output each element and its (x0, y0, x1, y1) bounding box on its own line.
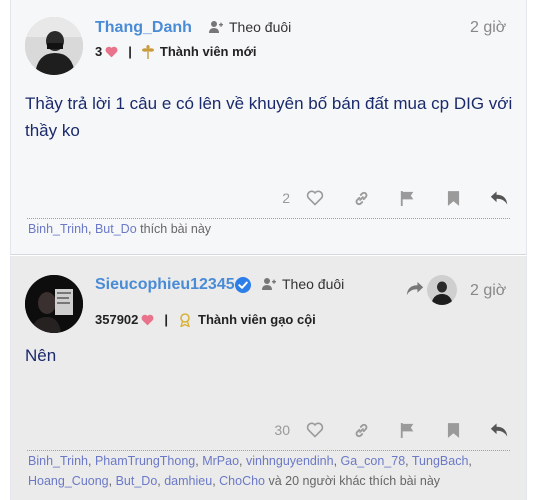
post-time: 2 giờ (470, 19, 507, 36)
liker-link[interactable]: Binh_Trinh (28, 222, 88, 236)
avatar[interactable] (25, 275, 83, 333)
member-rank: Thành viên gạo cội (198, 312, 316, 327)
liker-link[interactable]: But_Do (95, 222, 137, 236)
verified-badge-icon (235, 277, 251, 293)
like-button[interactable] (292, 184, 338, 212)
bookmark-button[interactable] (430, 416, 476, 444)
reply-button[interactable] (476, 416, 522, 444)
liker-link[interactable]: ChoCho (219, 474, 265, 488)
liker-link[interactable]: damhieu (164, 474, 212, 488)
medal-rank-icon (180, 312, 190, 327)
sprout-rank-icon (141, 44, 154, 59)
liker-link[interactable]: Hoang_Cuong (28, 474, 109, 488)
reply-to-avatar[interactable] (427, 275, 457, 305)
follow-button[interactable]: Theo đuôi (209, 19, 291, 35)
flag-button[interactable] (384, 416, 430, 444)
heart-outline-icon (306, 422, 324, 438)
heart-icon (105, 46, 118, 57)
post-time: 2 giờ (470, 282, 507, 299)
like-count: 2 (282, 190, 290, 206)
liker-link[interactable]: MrPao (202, 454, 239, 468)
user-meta: 3 | Thành viên mới (95, 44, 257, 59)
likers-list: Binh_Trinh, PhamTrungThong, MrPao, vinhn… (28, 454, 472, 488)
liker-link[interactable]: Binh_Trinh (28, 454, 88, 468)
user-plus-icon (209, 21, 223, 33)
reply-button[interactable] (476, 184, 522, 212)
likes-received: 357902 (95, 312, 139, 327)
liker-link[interactable]: PhamTrungThong (95, 454, 195, 468)
liker-link[interactable]: vinhnguyendinh (246, 454, 334, 468)
heart-icon (141, 314, 154, 325)
avatar[interactable] (25, 17, 83, 75)
link-icon (355, 191, 367, 205)
user-plus-icon (262, 278, 276, 290)
link-icon (355, 423, 367, 437)
likers-suffix: và 20 người khác thích bài này (268, 474, 441, 488)
username[interactable]: Sieucophieu12345 (95, 276, 235, 294)
like-button[interactable] (292, 416, 338, 444)
separator: | (128, 44, 132, 59)
post-body: Thầy trả lời 1 câu e có lên về khuyên bố… (25, 94, 513, 140)
post-body: Nên (25, 346, 57, 365)
likes-received: 3 (95, 44, 103, 59)
user-meta: 357902 | Thành viên gạo cội (95, 312, 316, 327)
likers-list: Binh_Trinh, But_Do thích bài này (28, 222, 212, 236)
reply-icon (490, 423, 508, 437)
liker-link[interactable]: But_Do (116, 474, 158, 488)
heart-outline-icon (306, 190, 324, 206)
flag-button[interactable] (384, 184, 430, 212)
username[interactable]: Thang_Danh (95, 19, 192, 37)
bookmark-icon (447, 422, 459, 438)
copy-link-button[interactable] (338, 184, 384, 212)
bookmark-button[interactable] (430, 184, 476, 212)
liker-link[interactable]: TungBach (412, 454, 469, 468)
post-actions: 30 (274, 416, 522, 444)
copy-link-button[interactable] (338, 416, 384, 444)
post-thang-danh: Thang_Danh Theo đuôi 2 giờ 3 | Thành viê… (10, 0, 527, 255)
like-count: 30 (274, 422, 290, 438)
reply-to-arrow-icon (406, 281, 424, 296)
post-sieucophieu: Sieucophieu12345 Theo đuôi 2 giờ 357902 … (10, 256, 527, 500)
likers-suffix: thích bài này (140, 222, 212, 236)
flag-icon (400, 422, 413, 438)
separator: | (164, 312, 169, 327)
follow-button[interactable]: Theo đuôi (262, 276, 344, 292)
bookmark-icon (447, 190, 459, 206)
flag-icon (400, 190, 413, 206)
post-actions: 2 (282, 184, 522, 212)
member-rank: Thành viên mới (159, 44, 257, 59)
reply-icon (490, 191, 508, 205)
liker-link[interactable]: Ga_con_78 (341, 454, 406, 468)
